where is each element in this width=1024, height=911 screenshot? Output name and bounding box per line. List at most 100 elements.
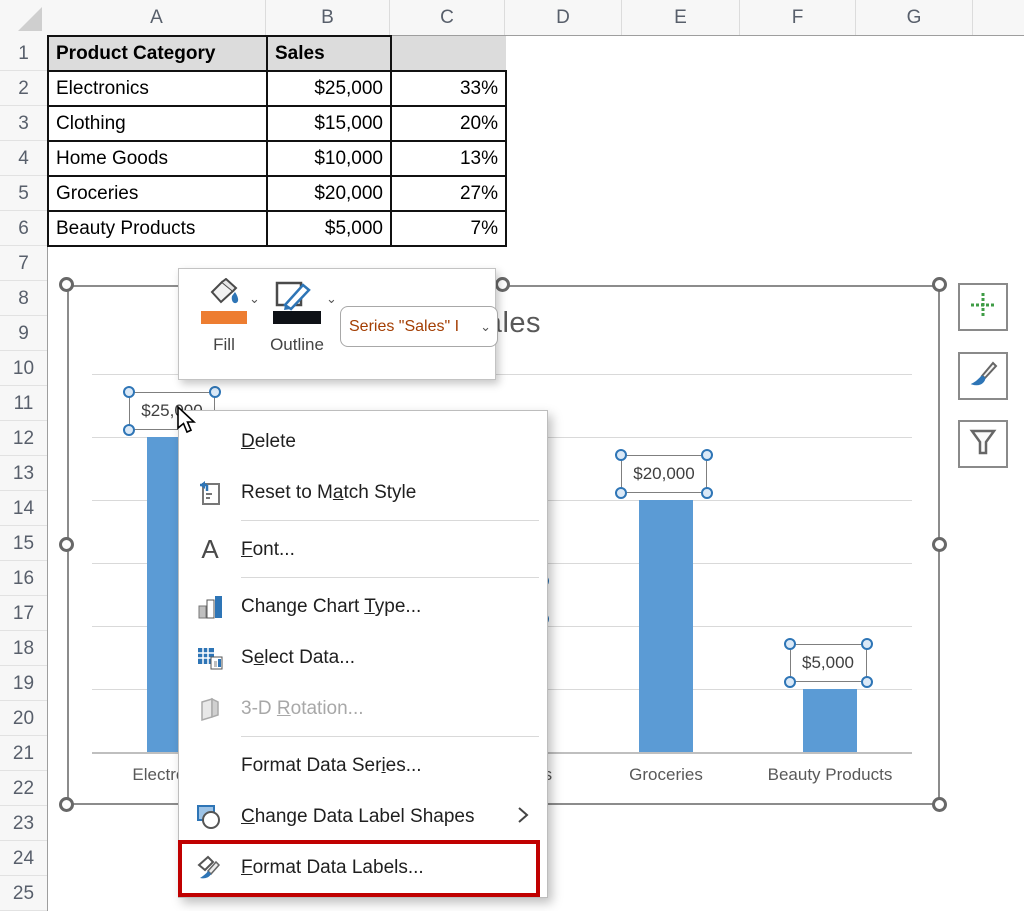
bar-groceries[interactable]: [639, 500, 693, 752]
menu-item-label: Change Data Label Shapes: [241, 806, 474, 828]
bar-beauty-products[interactable]: [803, 689, 857, 752]
chart-selection-handle[interactable]: [495, 277, 510, 292]
header-sales[interactable]: Sales: [267, 36, 391, 71]
row-header-23[interactable]: 23: [0, 806, 47, 841]
row-header-25[interactable]: 25: [0, 876, 47, 911]
column-header-D[interactable]: D: [505, 0, 622, 35]
column-header-B[interactable]: B: [266, 0, 390, 35]
menu-item-change-chart-type[interactable]: Change Chart Type...: [179, 581, 547, 632]
cell-sales[interactable]: $25,000: [267, 71, 391, 106]
table-row: Groceries$20,00027%: [48, 176, 506, 211]
menu-item-reset-to-match-style[interactable]: Reset to Match Style: [179, 467, 547, 518]
column-header-G[interactable]: G: [856, 0, 973, 35]
chart-selection-handle[interactable]: [59, 537, 74, 552]
funnel-icon: [968, 427, 998, 462]
column-header-C[interactable]: C: [390, 0, 505, 35]
cell-percent[interactable]: 33%: [391, 71, 506, 106]
menu-item-change-data-label-shapes[interactable]: Change Data Label Shapes: [179, 791, 547, 842]
row-header-17[interactable]: 17: [0, 596, 47, 631]
3d-rotation-icon: [179, 696, 241, 722]
menu-item-label: 3-D Rotation...: [241, 698, 364, 720]
data-label-handle[interactable]: [123, 386, 135, 398]
fill-color-swatch[interactable]: [201, 311, 247, 324]
table-row: Home Goods$10,00013%: [48, 141, 506, 176]
data-label-handle[interactable]: [784, 638, 796, 650]
row-header-3[interactable]: 3: [0, 106, 47, 141]
row-header-18[interactable]: 18: [0, 631, 47, 666]
menu-item-font[interactable]: AFont...: [179, 524, 547, 575]
fill-button-label[interactable]: Fill: [201, 335, 247, 355]
row-header-22[interactable]: 22: [0, 771, 47, 806]
selector-chevron-icon[interactable]: ⌄: [480, 319, 491, 335]
chart-styles-button[interactable]: [958, 352, 1008, 400]
row-header-9[interactable]: 9: [0, 316, 47, 351]
select-all-corner[interactable]: [0, 0, 48, 36]
cell-category[interactable]: Groceries: [48, 176, 267, 211]
outline-color-swatch[interactable]: [273, 311, 321, 324]
data-label[interactable]: $20,000: [621, 455, 708, 493]
cell-category[interactable]: Home Goods: [48, 141, 267, 176]
row-header-2[interactable]: 2: [0, 71, 47, 106]
row-header-20[interactable]: 20: [0, 701, 47, 736]
cell-percent[interactable]: 27%: [391, 176, 506, 211]
menu-item-select-data[interactable]: Select Data...: [179, 632, 547, 683]
data-label-handle[interactable]: [861, 676, 873, 688]
column-header-strip[interactable]: ABCDEFG: [0, 0, 1024, 36]
data-label-handle[interactable]: [615, 487, 627, 499]
row-header-14[interactable]: 14: [0, 491, 47, 526]
chart-element-selector[interactable]: Series "Sales" I ⌄: [340, 306, 498, 347]
header-product-category[interactable]: Product Category: [48, 36, 267, 71]
menu-separator: [241, 577, 539, 578]
row-header-5[interactable]: 5: [0, 176, 47, 211]
fill-dropdown-chevron[interactable]: ⌄: [249, 291, 260, 307]
cell-sales[interactable]: $10,000: [267, 141, 391, 176]
mouse-cursor: [176, 406, 202, 441]
row-header-4[interactable]: 4: [0, 141, 47, 176]
outline-button-label[interactable]: Outline: [268, 335, 326, 355]
row-header-7[interactable]: 7: [0, 246, 47, 281]
cell-sales[interactable]: $20,000: [267, 176, 391, 211]
row-header-24[interactable]: 24: [0, 841, 47, 876]
row-header-6[interactable]: 6: [0, 211, 47, 246]
chart-selection-handle[interactable]: [932, 537, 947, 552]
column-header-F[interactable]: F: [740, 0, 856, 35]
data-label-handle[interactable]: [861, 638, 873, 650]
data-label[interactable]: $5,000: [790, 644, 867, 682]
cell-percent[interactable]: 7%: [391, 211, 506, 246]
cell-sales[interactable]: $5,000: [267, 211, 391, 246]
row-header-13[interactable]: 13: [0, 456, 47, 491]
row-header-12[interactable]: 12: [0, 421, 47, 456]
column-header-E[interactable]: E: [622, 0, 740, 35]
menu-item-format-data-labels[interactable]: Format Data Labels...: [179, 842, 547, 893]
data-label-handle[interactable]: [615, 449, 627, 461]
cell-percent[interactable]: 20%: [391, 106, 506, 141]
chart-filters-button[interactable]: [958, 420, 1008, 468]
row-header-strip[interactable]: 1234567891011121314151617181920212223242…: [0, 0, 48, 911]
chart-selection-handle[interactable]: [932, 797, 947, 812]
row-header-1[interactable]: 1: [0, 36, 47, 71]
cell-category[interactable]: Beauty Products: [48, 211, 267, 246]
row-header-21[interactable]: 21: [0, 736, 47, 771]
row-header-16[interactable]: 16: [0, 561, 47, 596]
row-header-8[interactable]: 8: [0, 281, 47, 316]
cell-category[interactable]: Clothing: [48, 106, 267, 141]
menu-item-delete[interactable]: Delete: [179, 416, 547, 467]
excel-worksheet: ABCDEFG 12345678910111213141516171819202…: [0, 0, 1024, 911]
row-header-19[interactable]: 19: [0, 666, 47, 701]
chart-selection-handle[interactable]: [932, 277, 947, 292]
column-header-A[interactable]: A: [48, 0, 266, 35]
outline-dropdown-chevron[interactable]: ⌄: [326, 291, 337, 307]
cell-sales[interactable]: $15,000: [267, 106, 391, 141]
row-header-15[interactable]: 15: [0, 526, 47, 561]
cell-percent[interactable]: 13%: [391, 141, 506, 176]
menu-item-format-data-series[interactable]: Format Data Series...: [179, 740, 547, 791]
data-label-handle[interactable]: [123, 424, 135, 436]
row-header-11[interactable]: 11: [0, 386, 47, 421]
chart-selection-handle[interactable]: [59, 797, 74, 812]
row-header-10[interactable]: 10: [0, 351, 47, 386]
cell-category[interactable]: Electronics: [48, 71, 267, 106]
chart-elements-button[interactable]: [958, 283, 1008, 331]
chart-selection-handle[interactable]: [59, 277, 74, 292]
data-label-handle[interactable]: [784, 676, 796, 688]
header-empty-cell[interactable]: [391, 36, 506, 71]
